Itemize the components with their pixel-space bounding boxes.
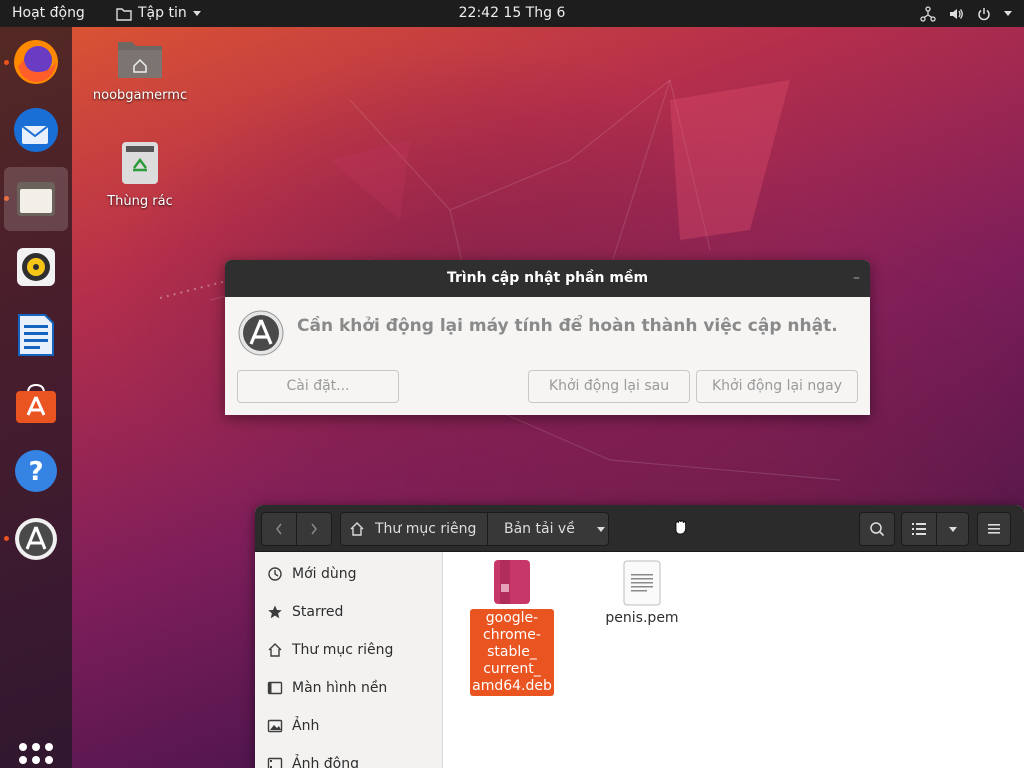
dock-help[interactable]: ? (4, 439, 68, 503)
chevron-right-icon (311, 523, 317, 535)
restart-now-button[interactable]: Khởi động lại ngay (696, 370, 858, 403)
svg-text:?: ? (28, 457, 43, 487)
system-tray[interactable] (920, 0, 1012, 27)
home-folder-label: noobgamermc (92, 88, 188, 103)
thunderbird-icon (14, 108, 58, 152)
view-list-button[interactable] (901, 512, 937, 546)
sidebar-item-videos[interactable]: Ảnh động (267, 752, 359, 768)
show-applications-button[interactable] (19, 743, 53, 768)
home-icon (350, 522, 364, 536)
trash-label: Thùng rác (107, 194, 173, 209)
sidebar-item-label: Ảnh động (292, 756, 359, 768)
chevron-left-icon (276, 523, 282, 535)
chevron-down-icon (1004, 11, 1012, 16)
star-icon (267, 604, 283, 620)
dock-software[interactable] (4, 371, 68, 435)
updater-icon (15, 518, 57, 560)
help-icon: ? (15, 450, 57, 492)
file-name: penis.pem (605, 610, 679, 626)
file-name-selected: google- chrome- stable_ current_ amd64.d… (470, 609, 554, 696)
list-view-icon (912, 523, 926, 535)
dock-files[interactable] (4, 167, 68, 231)
power-icon (978, 7, 990, 20)
desktop-trash[interactable]: Thùng rác (85, 140, 195, 209)
file-item[interactable]: google- chrome- stable_ current_ amd64.d… (467, 558, 557, 696)
desktop-home-folder[interactable]: noobgamermc (85, 36, 195, 103)
app-menu-label: Tập tin (138, 5, 187, 21)
path-home-label: Thư mục riêng (375, 521, 477, 537)
dock-updater[interactable] (4, 507, 68, 571)
dock-thunderbird[interactable] (4, 98, 68, 162)
file-manager-sidebar: Mới dùng Starred Thư mục riêng Màn hình … (255, 552, 443, 768)
dialog-message: Cần khởi động lại máy tính để hoàn thành… (297, 316, 838, 336)
minimize-button[interactable]: – (853, 260, 860, 297)
sidebar-item-label: Ảnh (292, 718, 320, 734)
text-file-icon (623, 560, 661, 606)
grab-cursor-icon (675, 520, 686, 535)
file-item[interactable]: penis.pem (597, 560, 687, 626)
app-menu[interactable]: Tập tin (116, 0, 201, 27)
menu-button[interactable] (977, 512, 1011, 546)
home-folder-icon (118, 42, 162, 78)
path-current-label: Bản tải về (504, 521, 575, 537)
home-icon (267, 642, 283, 658)
writer-icon (18, 314, 54, 356)
folder-icon (116, 7, 132, 21)
sidebar-item-pictures[interactable]: Ảnh (267, 714, 319, 738)
sidebar-item-label: Thư mục riêng (292, 642, 394, 658)
video-icon (267, 756, 283, 768)
deb-package-icon (494, 560, 530, 604)
files-icon (17, 182, 55, 216)
sidebar-item-desktop[interactable]: Màn hình nền (267, 676, 387, 700)
network-icon (920, 5, 936, 22)
chevron-down-icon (948, 526, 957, 532)
restart-later-button[interactable]: Khởi động lại sau (528, 370, 690, 403)
rhythmbox-icon (17, 248, 55, 286)
chevron-down-icon (192, 11, 201, 16)
trash-icon (122, 142, 158, 184)
dock-writer[interactable] (4, 303, 68, 367)
sidebar-item-recent[interactable]: Mới dùng (267, 562, 357, 586)
file-manager-headerbar: Thư mục riêng Bản tải về (255, 505, 1024, 552)
clock-icon (267, 566, 283, 582)
path-current-button[interactable]: Bản tải về (487, 512, 609, 546)
dialog-header: Trình cập nhật phần mềm – (225, 260, 870, 297)
software-icon (16, 383, 56, 423)
sidebar-item-label: Màn hình nền (292, 680, 388, 696)
search-button[interactable] (859, 512, 895, 546)
back-button[interactable] (261, 512, 297, 546)
software-updater-dialog: Trình cập nhật phần mềm – Cần khởi động … (225, 260, 870, 415)
dock-firefox[interactable] (4, 30, 68, 94)
sidebar-item-starred[interactable]: Starred (267, 600, 343, 624)
hamburger-menu-icon (988, 524, 1000, 534)
dock-rhythmbox[interactable] (4, 235, 68, 299)
image-icon (267, 718, 283, 734)
view-options-button[interactable] (936, 512, 969, 546)
dialog-title: Trình cập nhật phần mềm (446, 270, 649, 286)
settings-button[interactable]: Cài đặt... (237, 370, 399, 403)
path-home-button[interactable]: Thư mục riêng (340, 512, 488, 546)
sidebar-item-home[interactable]: Thư mục riêng (267, 638, 393, 662)
search-icon (870, 522, 885, 537)
firefox-icon (14, 40, 58, 84)
chevron-down-icon (596, 526, 605, 532)
file-view: google- chrome- stable_ current_ amd64.d… (444, 552, 1024, 768)
sidebar-item-label: Starred (292, 604, 344, 620)
activities-button[interactable]: Hoạt động (12, 0, 85, 27)
desktop-icon (267, 680, 283, 696)
dock: ? (0, 27, 72, 768)
updater-icon (238, 310, 284, 356)
volume-icon (950, 8, 963, 19)
top-bar: Hoạt động Tập tin 22:42 15 Thg 6 (0, 0, 1024, 27)
forward-button[interactable] (296, 512, 332, 546)
file-manager-window: Thư mục riêng Bản tải về Mới dùng Starre… (255, 505, 1024, 768)
sidebar-item-label: Mới dùng (292, 566, 357, 582)
